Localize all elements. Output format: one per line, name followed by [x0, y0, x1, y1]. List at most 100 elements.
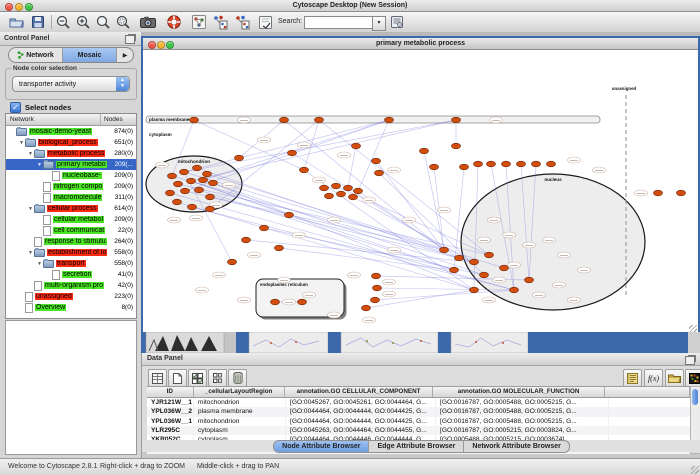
graph-label-node[interactable] — [493, 277, 506, 283]
data-panel-float-icon[interactable] — [685, 356, 695, 365]
graph-node[interactable] — [525, 277, 534, 283]
minimize-window-button[interactable] — [15, 3, 23, 11]
graph-node[interactable] — [470, 259, 479, 265]
graph-node[interactable] — [430, 164, 439, 170]
tab-network[interactable]: Network — [9, 48, 63, 62]
network-zoom-button[interactable] — [166, 41, 174, 49]
graph-node[interactable] — [385, 117, 394, 123]
table-row[interactable]: YLR295Ccytoplasm[GO:0045263, GO:0044464,… — [147, 426, 690, 435]
graph-node[interactable] — [320, 185, 329, 191]
background-windows-strip[interactable] — [141, 332, 700, 353]
zoom-selected-region-icon[interactable] — [115, 14, 131, 30]
search-options-icon[interactable] — [389, 14, 405, 30]
graph-edge[interactable] — [348, 146, 356, 188]
tree-row[interactable]: Overview8(0) — [6, 302, 136, 313]
graph-node[interactable] — [235, 155, 244, 161]
tree-row[interactable]: unassigned223(0) — [6, 291, 136, 302]
save-session-icon[interactable] — [30, 14, 46, 30]
search-dropdown-button[interactable]: ▾ — [372, 16, 386, 31]
graph-node[interactable] — [168, 173, 177, 179]
graph-node[interactable] — [298, 299, 307, 305]
graph-node[interactable] — [362, 305, 371, 311]
search-input[interactable] — [304, 16, 374, 29]
birdseye-view-panel[interactable] — [5, 320, 137, 455]
graph-label-node[interactable] — [438, 207, 451, 213]
graph-edge[interactable] — [199, 190, 454, 270]
graph-node[interactable] — [371, 297, 380, 303]
tree-row[interactable]: ▼cellular process614(0) — [6, 203, 136, 214]
graph-label-node[interactable] — [338, 152, 351, 158]
graph-node[interactable] — [460, 164, 469, 170]
tree-row[interactable]: ▼establishment of lo558(0) — [6, 247, 136, 258]
network-minimize-button[interactable] — [157, 41, 165, 49]
network-canvas[interactable]: plasma membranecytoplasmmitochondrionnuc… — [144, 50, 693, 331]
zoom-out-icon[interactable] — [55, 14, 71, 30]
graph-node[interactable] — [181, 188, 190, 194]
graph-label-node[interactable] — [278, 277, 291, 283]
graph-node[interactable] — [260, 225, 269, 231]
graph-label-node[interactable] — [593, 167, 606, 173]
graph-edge[interactable] — [203, 120, 389, 180]
app-resize-grip[interactable] — [691, 466, 699, 474]
graph-node[interactable] — [372, 158, 381, 164]
graph-label-node[interactable] — [568, 157, 581, 163]
zoom-window-button[interactable] — [25, 3, 33, 11]
network-window-titlebar[interactable]: primary metabolic process — [143, 38, 698, 50]
tree-row[interactable]: nucleobase-209(0) — [6, 170, 136, 181]
graph-node[interactable] — [332, 183, 341, 189]
graph-node[interactable] — [187, 178, 196, 184]
graph-label-node[interactable] — [190, 215, 203, 221]
graph-node[interactable] — [174, 181, 183, 187]
graph-edge[interactable] — [366, 290, 474, 308]
graph-label-node[interactable] — [238, 297, 251, 303]
column-header[interactable]: _cellularLayoutRegion — [194, 387, 285, 397]
graph-label-node[interactable] — [508, 262, 521, 268]
select-nodes-checkbox[interactable]: ✓ — [10, 102, 21, 113]
node-color-dropdown[interactable]: transporter activity ▲▼ — [12, 76, 130, 92]
browser-tab[interactable]: Network Attribute Browser — [464, 441, 568, 452]
tree-row[interactable]: multi-organism pro42(0) — [6, 280, 136, 291]
table-row[interactable]: YJR121W__1mitochondrion[GO:0045267, GO:0… — [147, 398, 690, 407]
import-attributes-icon[interactable] — [665, 369, 684, 387]
graph-node[interactable] — [420, 148, 429, 154]
graph-node[interactable] — [654, 190, 663, 196]
column-header[interactable]: annotation.GO MOLECULAR_FUNCTION — [433, 387, 604, 397]
graph-node[interactable] — [285, 212, 294, 218]
graph-label-node[interactable] — [258, 137, 271, 143]
graph-label-node[interactable] — [168, 217, 181, 223]
table-cell[interactable]: [GO:0016787, GO:0005215, GO:0003824, G..… — [436, 426, 609, 435]
graph-node[interactable] — [440, 247, 449, 253]
table-cell[interactable]: YPL036W__2 — [147, 407, 194, 416]
graph-node[interactable] — [452, 143, 461, 149]
tree-col-network[interactable]: Network — [6, 114, 101, 125]
graph-label-node[interactable] — [293, 232, 306, 238]
graph-node[interactable] — [500, 265, 509, 271]
graph-node[interactable] — [344, 185, 353, 191]
tree-row[interactable]: macromolecule311(0) — [6, 192, 136, 203]
graph-label-node[interactable] — [156, 162, 169, 168]
attribute-matrix-view-icon[interactable] — [685, 369, 700, 387]
graph-label-node[interactable] — [348, 272, 361, 278]
graph-node[interactable] — [375, 170, 384, 176]
graph-label-node[interactable] — [478, 237, 491, 243]
graph-node[interactable] — [209, 180, 218, 186]
layout-nodes-icon[interactable] — [212, 14, 228, 30]
table-cell[interactable]: [GO:0045263, GO:0044464, GO:0044455, G..… — [286, 426, 436, 435]
tree-row[interactable]: cell communicat22(0) — [6, 225, 136, 236]
graph-node[interactable] — [206, 206, 215, 212]
graph-node[interactable] — [325, 193, 334, 199]
graph-label-node[interactable] — [303, 292, 316, 298]
graph-node[interactable] — [300, 167, 309, 173]
table-cell[interactable]: [GO:0016787, GO:0005488, GO:0005215, G..… — [436, 417, 609, 426]
graph-label-node[interactable] — [313, 177, 326, 183]
snapshot-camera-icon[interactable] — [140, 14, 156, 30]
browser-tab[interactable]: Node Attribute Browser — [274, 441, 369, 452]
column-header[interactable]: annotation.GO CELLULAR_COMPONENT — [285, 387, 434, 397]
graph-label-node[interactable] — [533, 292, 546, 298]
graph-label-node[interactable] — [578, 267, 591, 273]
graph-node[interactable] — [188, 204, 197, 210]
graph-node[interactable] — [173, 199, 182, 205]
tree-row[interactable]: response to stimulu264(0) — [6, 236, 136, 247]
graph-label-node[interactable] — [283, 299, 296, 305]
tree-row[interactable]: ▼transport558(0) — [6, 258, 136, 269]
